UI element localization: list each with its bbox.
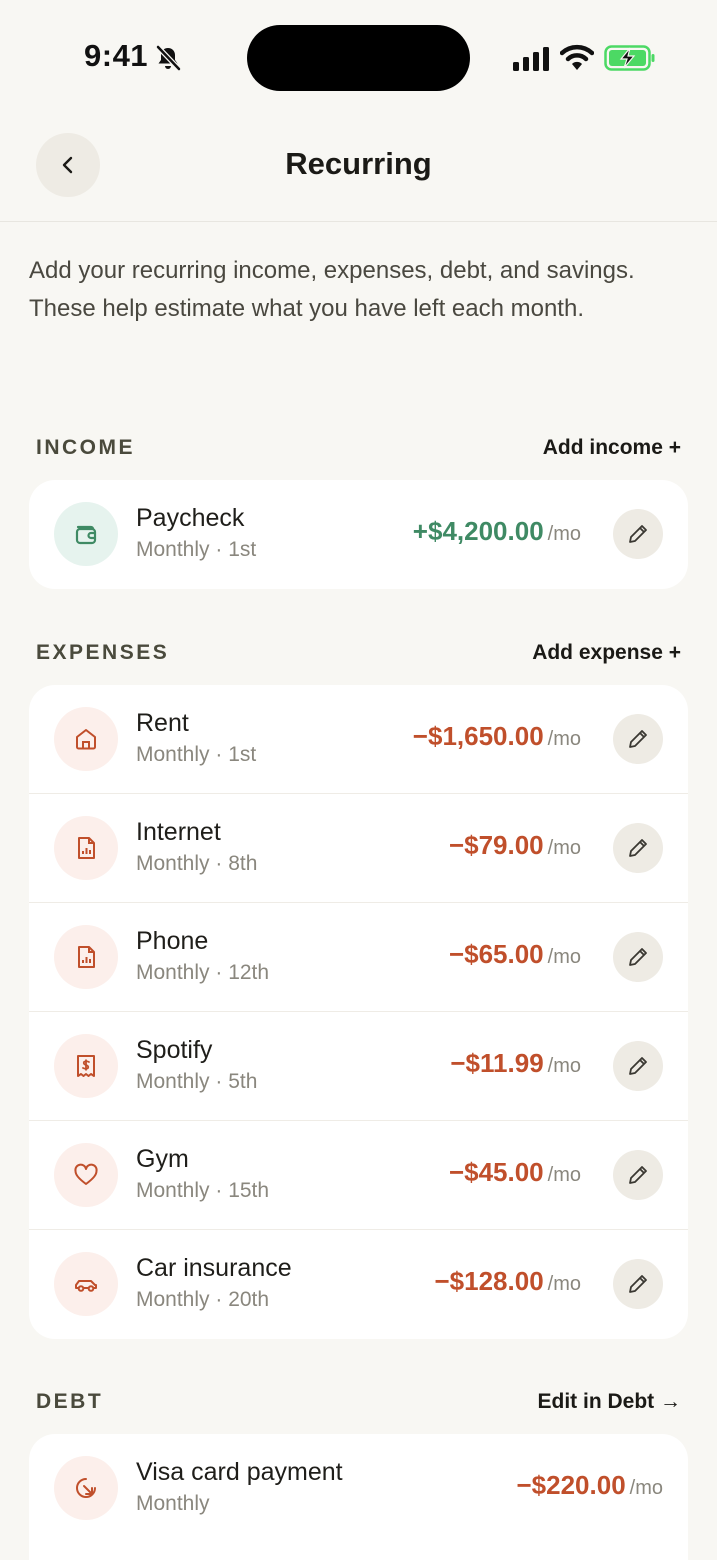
row-name: Rent: [136, 709, 189, 737]
expenses-section-label: EXPENSES: [36, 641, 170, 664]
debt-row-visa[interactable]: Visa card payment Monthly −$220.00/mo: [29, 1434, 688, 1543]
row-unit: /mo: [547, 1055, 581, 1077]
expense-row-internet[interactable]: Internet Monthly · 8th −$79.00/mo: [29, 794, 688, 903]
income-card: Paycheck Monthly · 1st +$4,200.00/mo: [29, 480, 688, 589]
row-schedule: Monthly · 20th: [136, 1288, 270, 1311]
row-unit: /mo: [629, 1477, 663, 1499]
income-section-header: INCOME Add income +: [36, 436, 681, 466]
expense-row-spotify[interactable]: Spotify Monthly · 5th −$11.99/mo: [29, 1012, 688, 1121]
row-amount-group: −$45.00/mo: [449, 1157, 581, 1188]
pencil-icon: [629, 1057, 647, 1075]
add-income-button[interactable]: Add income +: [543, 436, 681, 460]
row-name: Visa card payment: [136, 1458, 343, 1486]
row-amount: −$128.00: [434, 1266, 544, 1296]
expense-row-rent[interactable]: Rent Monthly · 1st −$1,650.00/mo: [29, 685, 688, 794]
row-amount-group: −$1,650.00/mo: [413, 721, 581, 752]
pencil-icon: [629, 730, 647, 748]
debt-section-label: DEBT: [36, 1390, 104, 1413]
row-amount-group: −$65.00/mo: [449, 939, 581, 970]
row-schedule: Monthly · 1st: [136, 743, 257, 766]
wifi-icon: [560, 44, 594, 70]
row-amount: −$65.00: [448, 939, 544, 969]
row-name: Car insurance: [136, 1254, 292, 1282]
row-amount: −$45.00: [448, 1157, 544, 1187]
row-amount: −$1,650.00: [412, 721, 544, 751]
row-amount: +$4,200.00: [412, 516, 544, 546]
expense-row-gym[interactable]: Gym Monthly · 15th −$45.00/mo: [29, 1121, 688, 1230]
page-title: Recurring: [285, 146, 432, 181]
battery-charging-icon: [604, 45, 655, 71]
expense-row-phone[interactable]: Phone Monthly · 12th −$65.00/mo: [29, 903, 688, 1012]
income-row-paycheck[interactable]: Paycheck Monthly · 1st +$4,200.00/mo: [29, 480, 688, 589]
expenses-card: Rent Monthly · 1st −$1,650.00/mo Interne…: [29, 685, 688, 1339]
cellular-signal-icon: [513, 47, 549, 71]
payment-icon: [54, 1456, 118, 1520]
row-amount: −$220.00: [516, 1470, 626, 1500]
row-schedule: Monthly · 8th: [136, 852, 258, 875]
pencil-icon: [629, 948, 647, 966]
pencil-icon: [629, 525, 647, 543]
row-name: Phone: [136, 927, 209, 955]
pencil-icon: [629, 1275, 647, 1293]
row-schedule: Monthly: [136, 1492, 210, 1515]
row-schedule: Monthly · 12th: [136, 961, 270, 984]
edit-rent-button[interactable]: [613, 714, 663, 764]
wallet-icon: [54, 502, 118, 566]
row-schedule: Monthly · 5th: [136, 1070, 258, 1093]
edit-internet-button[interactable]: [613, 823, 663, 873]
add-expense-button[interactable]: Add expense +: [532, 641, 681, 665]
row-unit: /mo: [547, 1273, 581, 1295]
row-name: Paycheck: [136, 504, 245, 532]
row-name: Spotify: [136, 1036, 213, 1064]
bell-muted-icon: [156, 45, 181, 71]
row-unit: /mo: [547, 728, 581, 750]
status-time: 9:41: [84, 38, 149, 73]
heart-icon: [54, 1143, 118, 1207]
expenses-section-header: EXPENSES Add expense +: [36, 641, 681, 671]
row-name: Gym: [136, 1145, 189, 1173]
row-unit: /mo: [547, 1164, 581, 1186]
edit-phone-button[interactable]: [613, 932, 663, 982]
row-amount-group: −$79.00/mo: [449, 830, 581, 861]
row-amount-group: −$11.99/mo: [450, 1048, 581, 1079]
income-section-label: INCOME: [36, 436, 135, 459]
edit-paycheck-button[interactable]: [613, 509, 663, 559]
expense-row-car-insurance[interactable]: Car insurance Monthly · 20th −$128.00/mo: [29, 1230, 688, 1339]
debt-card: Visa card payment Monthly −$220.00/mo: [29, 1434, 688, 1560]
intro-text: Add your recurring income, expenses, deb…: [29, 257, 635, 322]
pencil-icon: [629, 1166, 647, 1184]
row-amount-group: −$220.00/mo: [516, 1470, 663, 1501]
row-name: Internet: [136, 818, 221, 846]
edit-gym-button[interactable]: [613, 1150, 663, 1200]
dynamic-island: [247, 25, 470, 91]
screen: 9:41 Recurring Add your recurring income…: [0, 0, 717, 1560]
row-amount: −$11.99: [450, 1048, 544, 1078]
row-unit: /mo: [547, 946, 581, 968]
edit-spotify-button[interactable]: [613, 1041, 663, 1091]
status-bar: 9:41: [0, 0, 717, 110]
row-amount: −$79.00: [448, 830, 544, 860]
row-amount-group: −$128.00/mo: [434, 1266, 581, 1297]
receipt-icon: [54, 1034, 118, 1098]
car-icon: [54, 1252, 118, 1316]
row-unit: /mo: [547, 837, 581, 859]
edit-in-debt-link[interactable]: Edit in Debt →: [538, 1390, 682, 1414]
row-schedule: Monthly · 1st: [136, 538, 257, 561]
pencil-icon: [629, 839, 647, 857]
edit-car-insurance-button[interactable]: [613, 1259, 663, 1309]
bill-icon: [54, 925, 118, 989]
row-amount-group: +$4,200.00/mo: [413, 516, 581, 547]
row-schedule: Monthly · 15th: [136, 1179, 270, 1202]
home-icon: [54, 707, 118, 771]
bill-icon: [54, 816, 118, 880]
nav-header: Recurring: [0, 110, 717, 222]
row-unit: /mo: [547, 523, 581, 545]
debt-section-header: DEBT Edit in Debt →: [36, 1390, 681, 1420]
